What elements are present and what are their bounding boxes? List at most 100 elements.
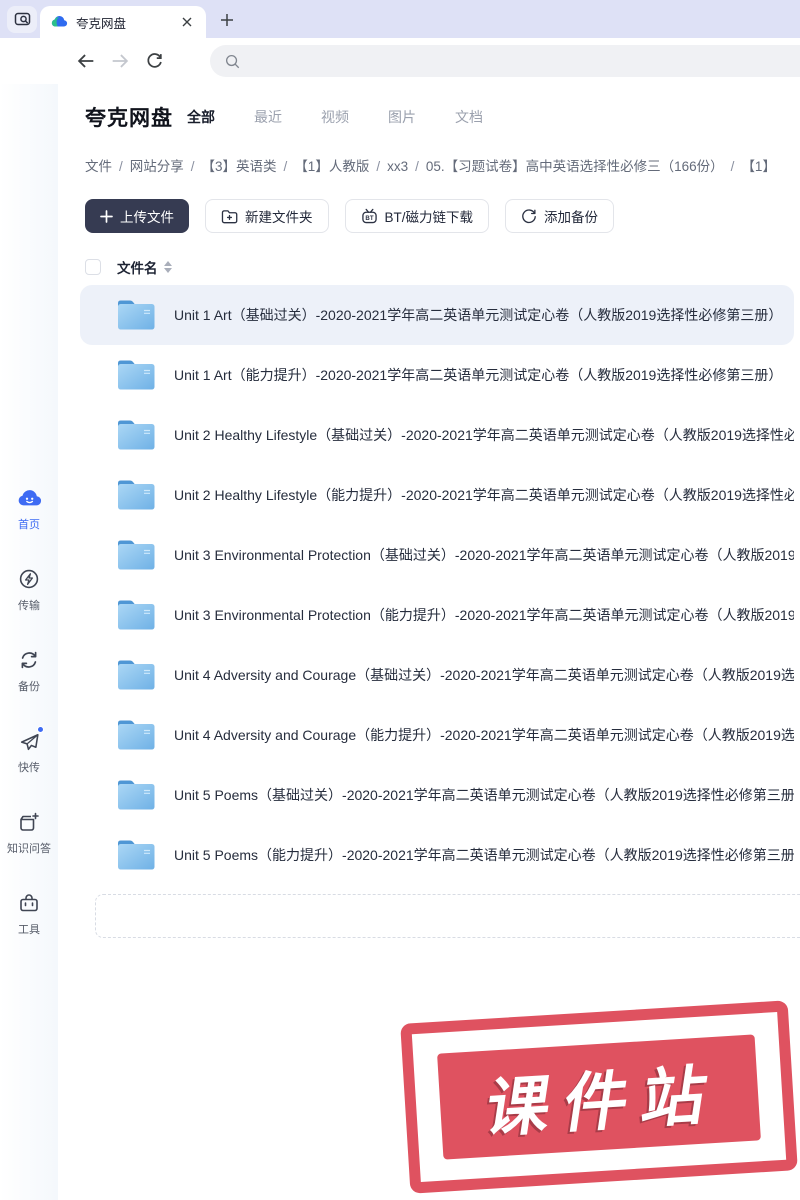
breadcrumb-separator: / [415, 159, 419, 174]
tab-video[interactable]: 视频 [321, 107, 349, 127]
file-row[interactable]: Unit 5 Poems（能力提升）-2020-2021学年高二英语单元测试定心… [80, 825, 794, 885]
circular-arrow-icon [521, 208, 537, 224]
plus-icon [220, 13, 234, 27]
sidebar-item-knowledge-qa[interactable]: 知识问答 [7, 809, 51, 856]
new-folder-button[interactable]: 新建文件夹 [205, 199, 329, 233]
tab-search-button[interactable] [7, 6, 37, 33]
upload-dropzone[interactable] [95, 894, 800, 938]
search-icon [224, 53, 241, 70]
file-name: Unit 4 Adversity and Courage（基础过关）-2020-… [174, 667, 794, 683]
sidebar-item-label: 传输 [18, 600, 40, 612]
back-button[interactable] [74, 49, 98, 73]
new-folder-label: 新建文件夹 [245, 210, 313, 225]
folder-icon [115, 778, 157, 812]
file-row[interactable]: Unit 2 Healthy Lifestyle（能力提升）-2020-2021… [80, 465, 794, 525]
app-sidebar: 首页 传输 备份 快传 知识问答 工具 [0, 84, 58, 1200]
content-panel: 夸克网盘 全部 最近 视频 图片 文档 文件 / 网站分享 / 【3】英语类 / 【1】人教… [58, 84, 800, 1200]
file-row[interactable]: Unit 2 Healthy Lifestyle（基础过关）-2020-2021… [80, 405, 794, 465]
select-all-checkbox[interactable] [85, 259, 101, 275]
quark-logo-icon [50, 13, 68, 31]
breadcrumb-separator: / [730, 159, 735, 174]
home-cloud-icon [16, 485, 42, 511]
sidebar-item-quick-send[interactable]: 快传 [16, 726, 44, 775]
tab-image[interactable]: 图片 [388, 107, 416, 127]
file-row[interactable]: Unit 3 Environmental Protection（能力提升）-20… [80, 585, 794, 645]
file-row[interactable]: Unit 5 Poems（基础过关）-2020-2021学年高二英语单元测试定心… [80, 765, 794, 825]
tab-all[interactable]: 全部 [187, 107, 215, 127]
content-header: 夸克网盘 全部 最近 视频 图片 文档 [85, 102, 800, 132]
breadcrumb-item[interactable]: 网站分享 [130, 159, 184, 174]
sidebar-item-label: 首页 [18, 519, 40, 531]
file-name: Unit 5 Poems（能力提升）-2020-2021学年高二英语单元测试定心… [174, 847, 794, 863]
file-name: Unit 5 Poems（基础过关）-2020-2021学年高二英语单元测试定心… [174, 787, 794, 803]
folder-plus-icon [221, 209, 238, 224]
folder-icon [115, 658, 157, 692]
file-row[interactable]: Unit 3 Environmental Protection（基础过关）-20… [80, 525, 794, 585]
refresh-button[interactable] [142, 49, 166, 73]
breadcrumb-item[interactable]: 【3】英语类 [202, 159, 277, 174]
file-list-header: 文件名 [85, 258, 800, 276]
sidebar-item-tools[interactable]: 工具 [16, 890, 42, 937]
notification-dot [37, 726, 44, 733]
folder-icon [115, 358, 157, 392]
forward-button[interactable] [108, 49, 132, 73]
folder-icon [115, 538, 157, 572]
browser-window: 夸克网盘 首页 传输 备份 快传 知识问答 工具 夸克网盘 全部 最近 视频 图… [0, 0, 800, 1200]
sidebar-item-label: 知识问答 [7, 843, 51, 855]
folder-icon [115, 478, 157, 512]
sort-icon[interactable] [163, 261, 172, 273]
upload-file-button[interactable]: 上传文件 [85, 199, 189, 233]
view-tabs: 全部 最近 视频 图片 文档 [187, 107, 483, 127]
sidebar-item-backup[interactable]: 备份 [16, 647, 42, 694]
breadcrumb-item[interactable]: xx3 [387, 159, 408, 174]
breadcrumb-separator: / [190, 159, 195, 174]
file-row[interactable]: Unit 1 Art（基础过关）-2020-2021学年高二英语单元测试定心卷（… [80, 285, 794, 345]
file-name: Unit 3 Environmental Protection（基础过关）-20… [174, 547, 794, 563]
breadcrumb-item[interactable]: 文件 [85, 159, 112, 174]
file-name: Unit 2 Healthy Lifestyle（能力提升）-2020-2021… [174, 487, 794, 503]
tab-recent[interactable]: 最近 [254, 107, 282, 127]
add-backup-label: 添加备份 [544, 210, 599, 225]
tab-title: 夸克网盘 [76, 16, 127, 31]
browser-tab[interactable]: 夸克网盘 [40, 6, 206, 38]
file-row[interactable]: Unit 1 Art（能力提升）-2020-2021学年高二英语单元测试定心卷（… [80, 345, 794, 405]
breadcrumb-item[interactable]: 【1】 [741, 159, 776, 174]
browser-toolbar [0, 38, 800, 84]
breadcrumb-separator: / [119, 159, 123, 174]
window-search-icon [14, 11, 31, 28]
main-area: 首页 传输 备份 快传 知识问答 工具 夸克网盘 全部 最近 视频 图片 文档 … [0, 84, 800, 1200]
toolbox-icon [16, 890, 42, 916]
breadcrumb-separator: / [376, 159, 381, 174]
file-row[interactable]: Unit 4 Adversity and Courage（能力提升）-2020-… [80, 705, 794, 765]
folder-icon [115, 598, 157, 632]
transfer-icon [16, 566, 42, 592]
add-backup-button[interactable]: 添加备份 [505, 199, 615, 233]
file-name: Unit 1 Art（基础过关）-2020-2021学年高二英语单元测试定心卷（… [174, 307, 783, 323]
address-search-bar[interactable] [210, 45, 800, 77]
bt-download-icon: BT [361, 208, 378, 224]
new-tab-button[interactable] [214, 7, 240, 33]
sync-arrows-icon [16, 647, 42, 673]
upload-file-label: 上传文件 [120, 210, 174, 225]
plus-icon [100, 209, 113, 223]
breadcrumb-item[interactable]: 【1】人教版 [294, 159, 369, 174]
file-name: Unit 4 Adversity and Courage（能力提升）-2020-… [174, 727, 794, 743]
file-name: Unit 2 Healthy Lifestyle（基础过关）-2020-2021… [174, 427, 794, 443]
tab-document[interactable]: 文档 [455, 107, 483, 127]
sidebar-item-transfer[interactable]: 传输 [16, 566, 42, 613]
sidebar-item-label: 快传 [18, 762, 40, 774]
app-logo: 夸克网盘 [85, 107, 173, 130]
file-row[interactable]: Unit 4 Adversity and Courage（基础过关）-2020-… [80, 645, 794, 705]
sidebar-item-label: 工具 [18, 924, 40, 936]
browser-tab-strip: 夸克网盘 [0, 0, 800, 38]
breadcrumb-separator: / [283, 159, 288, 174]
bt-download-label: BT/磁力链下载 [384, 210, 474, 225]
sidebar-item-label: 备份 [18, 681, 40, 693]
bt-magnet-download-button[interactable]: BT BT/磁力链下载 [344, 199, 490, 233]
folder-icon [115, 718, 157, 752]
tab-close-icon[interactable] [178, 13, 196, 31]
sidebar-item-home[interactable]: 首页 [16, 485, 42, 532]
folder-icon [115, 838, 157, 872]
filename-column-header: 文件名 [117, 261, 158, 276]
breadcrumb-item[interactable]: 05.【习题试卷】高中英语选择性必修三（166份） [426, 159, 724, 174]
